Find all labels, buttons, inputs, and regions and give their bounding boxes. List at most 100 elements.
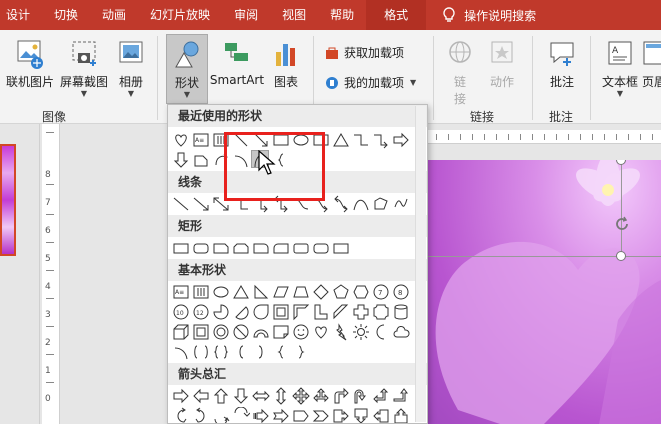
shape-rect-snip-2[interactable] (232, 239, 250, 257)
shape-arrow-callout-left[interactable] (372, 407, 390, 423)
rotate-handle-icon[interactable] (612, 214, 632, 234)
shape-triangle[interactable] (332, 131, 350, 149)
shape-arrow-bent[interactable] (332, 387, 350, 405)
shape-basic-diamond[interactable] (312, 283, 330, 301)
shape-line[interactable] (172, 195, 190, 213)
shape-arrow-left-right-up[interactable] (312, 387, 330, 405)
shape-arrow-callout-down[interactable] (352, 407, 370, 423)
shape-basic-smiley[interactable] (292, 323, 310, 341)
shape-basic-lightning[interactable] (332, 323, 350, 341)
shape-arrow-right[interactable] (172, 387, 190, 405)
shape-basic-decagon[interactable]: 10 (172, 303, 190, 321)
shape-basic-double-brace[interactable] (212, 343, 230, 361)
my-addins-button[interactable]: 我的加载项 ▼ (324, 74, 416, 91)
shape-rect-round-2[interactable] (272, 239, 290, 257)
shape-basic-right-brace[interactable] (292, 343, 310, 361)
shape-basic-chord[interactable] (232, 303, 250, 321)
shape-basic-textbox[interactable]: A≡ (172, 283, 190, 301)
link-button[interactable]: 链 接 (442, 38, 478, 107)
shape-rect-round-single[interactable] (252, 239, 270, 257)
resize-handle[interactable] (616, 251, 626, 261)
shape-basic-dodecagon[interactable]: 12 (192, 303, 210, 321)
shape-basic-can[interactable] (392, 303, 410, 321)
shape-arrow-callout-right[interactable] (332, 407, 350, 423)
shape-basic-l-shape[interactable] (312, 303, 330, 321)
shape-rect-snip[interactable] (212, 239, 230, 257)
online-pictures-button[interactable]: 联机图片 (4, 38, 56, 90)
shapes-button[interactable]: 形状 ▼ (166, 34, 208, 104)
shape-basic-right-triangle[interactable] (252, 283, 270, 301)
shape-basic-pentagon[interactable] (332, 283, 350, 301)
shape-arrow-bent-up[interactable] (392, 387, 410, 405)
shape-arrow-striped-right[interactable] (252, 407, 270, 423)
shape-basic-heart[interactable] (312, 323, 330, 341)
shape-basic-block-arc[interactable] (252, 323, 270, 341)
shape-basic-oval[interactable] (212, 283, 230, 301)
shape-curved-double-arrow[interactable] (332, 195, 350, 213)
shape-text-box[interactable]: A≡ (192, 131, 210, 149)
shape-basic-moon[interactable] (372, 323, 390, 341)
get-addins-button[interactable]: 获取加载项 (324, 44, 404, 61)
shape-arrow-left-up[interactable] (372, 387, 390, 405)
shape-basic-octagon[interactable]: 8 (392, 283, 410, 301)
shape-basic-cube[interactable] (172, 323, 190, 341)
shape-basic-triangle[interactable] (232, 283, 250, 301)
shape-basic-parallelogram[interactable] (272, 283, 290, 301)
shape-scribble[interactable] (392, 195, 410, 213)
shape-rect-round-diag[interactable] (292, 239, 310, 257)
shape-basic-bevel[interactable] (192, 323, 210, 341)
shape-arrow-notched-right[interactable] (272, 407, 290, 423)
shape-basic-left-bracket[interactable] (232, 343, 250, 361)
shape-basic-vtext[interactable] (192, 283, 210, 301)
shape-basic-frame[interactable] (272, 303, 290, 321)
shape-arrow-u-turn[interactable] (352, 387, 370, 405)
shape-arrow-up[interactable] (212, 387, 230, 405)
shape-basic-donut[interactable] (212, 323, 230, 341)
textbox-button[interactable]: A 文本框 ▼ (598, 38, 642, 98)
shape-elbow-connector[interactable] (352, 131, 370, 149)
shape-arrow-left-right[interactable] (252, 387, 270, 405)
shape-basic-trapezoid[interactable] (292, 283, 310, 301)
shape-basic-cross[interactable] (352, 303, 370, 321)
tell-me-search[interactable]: 操作说明搜索 (426, 0, 536, 30)
shape-rect-a[interactable] (172, 239, 190, 257)
shape-basic-sun[interactable] (352, 323, 370, 341)
shape-arrow-left[interactable] (192, 387, 210, 405)
smartart-button[interactable]: SmartArt (208, 38, 266, 87)
shape-arrow-callout-up[interactable] (392, 407, 410, 423)
shape-arrow-down[interactable] (232, 387, 250, 405)
shape-rect-rounded-2[interactable] (312, 239, 330, 257)
slide-canvas[interactable] (428, 160, 661, 424)
shape-basic-diag-stripe[interactable] (332, 303, 350, 321)
shape-arrow-curved-down[interactable] (232, 407, 250, 423)
shape-curve[interactable] (352, 195, 370, 213)
shape-arrow-up-down[interactable] (272, 387, 290, 405)
shape-flowchart[interactable] (192, 151, 210, 169)
shape-rect-b[interactable] (332, 239, 350, 257)
chart-button[interactable]: 图表 (268, 38, 304, 90)
shape-basic-folded-corner[interactable] (272, 323, 290, 341)
shape-basic-double-bracket[interactable] (192, 343, 210, 361)
shape-basic-cloud[interactable] (392, 323, 410, 341)
shape-rect-rounded[interactable] (192, 239, 210, 257)
shape-heart[interactable] (172, 131, 190, 149)
shape-basic-pie[interactable] (212, 303, 230, 321)
shape-basic-hexagon[interactable] (352, 283, 370, 301)
shape-arrow-curved-up[interactable] (212, 407, 230, 423)
screenshot-button[interactable]: 屏幕截图 ▼ (56, 38, 112, 98)
dropdown-scrollbar[interactable] (415, 106, 426, 422)
comment-button[interactable]: 批注 (542, 38, 582, 90)
shape-basic-half-frame[interactable] (292, 303, 310, 321)
shape-arrow-curved-left[interactable] (192, 407, 210, 423)
shape-arrow-chevron[interactable] (312, 407, 330, 423)
tab-format[interactable]: 格式 (366, 0, 427, 30)
shape-basic-right-bracket[interactable] (252, 343, 270, 361)
photo-album-button[interactable]: 相册 ▼ (114, 38, 148, 98)
shape-basic-heptagon[interactable]: 7 (372, 283, 390, 301)
shape-freeform[interactable] (372, 195, 390, 213)
shape-elbow-arrow[interactable] (372, 131, 390, 149)
shape-down-arrow[interactable] (172, 151, 190, 169)
shape-basic-left-brace[interactable] (272, 343, 290, 361)
tab-help[interactable]: 帮助 (318, 0, 366, 30)
shape-right-arrow[interactable] (392, 131, 410, 149)
